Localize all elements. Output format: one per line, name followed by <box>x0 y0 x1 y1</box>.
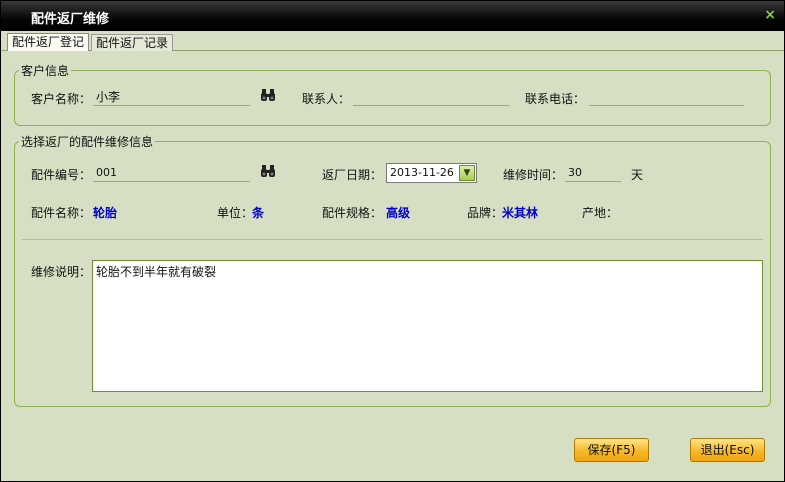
window-title: 配件返厂维修 <box>31 12 110 27</box>
return-date-value: 2013-11-26 <box>390 166 454 179</box>
brand-label: 品牌： <box>467 206 504 220</box>
phone-label: 联系电话： <box>525 92 586 106</box>
brand-value: 米其林 <box>502 206 539 220</box>
part-name-value: 轮胎 <box>93 206 118 220</box>
dialog-window: 配件返厂维修 × 配件返厂登记 配件返厂记录 客户信息 客户名称： 联系人： 联… <box>0 0 785 482</box>
customer-name-label: 客户名称： <box>31 92 92 106</box>
contact-input[interactable] <box>353 88 509 106</box>
title-bar[interactable]: 配件返厂维修 × <box>1 1 784 31</box>
exit-button[interactable]: 退出(Esc) <box>690 438 765 462</box>
customer-info-legend: 客户信息 <box>21 64 70 78</box>
return-date-label: 返厂日期： <box>322 168 383 182</box>
tab-strip: 配件返厂登记 配件返厂记录 <box>1 33 784 51</box>
repair-desc-textarea[interactable]: 轮胎不到半年就有破裂 <box>92 260 763 392</box>
repair-time-input[interactable] <box>565 164 621 182</box>
binoculars-icon[interactable] <box>260 164 276 182</box>
return-date-picker[interactable]: 2013-11-26 ▼ <box>386 163 477 183</box>
chevron-down-icon[interactable]: ▼ <box>459 165 475 181</box>
tab-return-register[interactable]: 配件返厂登记 <box>7 33 90 51</box>
phone-input[interactable] <box>589 88 744 106</box>
unit-label: 单位： <box>217 206 254 220</box>
origin-label: 产地： <box>582 206 619 220</box>
repair-time-unit: 天 <box>631 168 644 182</box>
customer-name-input[interactable] <box>93 88 250 106</box>
spec-value: 高级 <box>386 206 411 220</box>
part-code-input[interactable] <box>93 164 250 182</box>
repair-time-label: 维修时间： <box>503 168 564 182</box>
unit-value: 条 <box>252 206 265 220</box>
spec-label: 配件规格： <box>322 206 383 220</box>
part-code-label: 配件编号： <box>31 168 92 182</box>
contact-label: 联系人： <box>302 92 351 106</box>
section-divider <box>22 239 763 240</box>
save-button[interactable]: 保存(F5) <box>574 438 649 462</box>
tab-return-records[interactable]: 配件返厂记录 <box>91 34 174 51</box>
binoculars-icon[interactable] <box>260 88 276 106</box>
part-repair-legend: 选择返厂的配件维修信息 <box>21 135 154 149</box>
repair-desc-label: 维修说明： <box>31 265 92 279</box>
part-name-label: 配件名称： <box>31 206 92 220</box>
close-icon[interactable]: × <box>764 7 776 23</box>
